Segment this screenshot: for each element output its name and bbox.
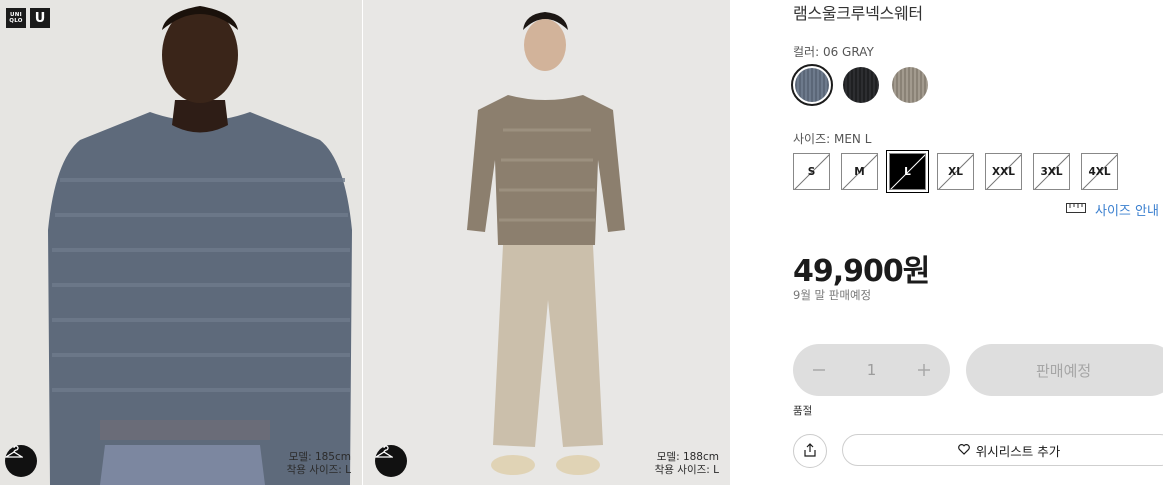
color-label: 컬러: 06 GRAY <box>793 45 874 59</box>
logo-line-2: QLO <box>9 18 23 24</box>
model-height: 모델: 188cm <box>656 451 719 463</box>
size-option-l[interactable]: L <box>886 150 929 193</box>
wishlist-text: 위시리스트 추가 <box>975 443 1061 459</box>
size-text: M <box>854 165 865 178</box>
uniqlo-logo-box: UNI QLO <box>6 8 26 28</box>
try-on-hanger-button-2[interactable] <box>375 445 407 477</box>
size-text: 4XL <box>1088 165 1111 178</box>
uniqlo-logo[interactable]: UNI QLO U <box>6 8 50 28</box>
size-option-4xl[interactable]: 4XL <box>1081 153 1118 190</box>
size-text: 3XL <box>1040 165 1063 178</box>
swatch-fill <box>892 67 928 103</box>
ruler-icon <box>1066 202 1086 217</box>
color-swatch-gray[interactable] <box>791 64 833 106</box>
release-note: 9월 말 판매예정 <box>793 288 872 302</box>
product-detail-panel: 램스울크루넥스웨터 컬러: 06 GRAY 사이즈: MEN L S M L X… <box>730 0 1163 485</box>
product-photo-front[interactable]: UNI QLO U 모델: 185cm 착용 사이즈: L <box>0 0 362 485</box>
stock-status: 품절 <box>793 405 813 417</box>
size-guide-link[interactable]: 사이즈 안내 <box>1066 200 1159 219</box>
product-title: 램스울크루넥스웨터 <box>793 4 923 23</box>
quantity-stepper: 1 <box>793 344 950 396</box>
size-option-3xl[interactable]: 3XL <box>1033 153 1070 190</box>
size-text: L <box>904 165 911 178</box>
size-option-xl[interactable]: XL <box>937 153 974 190</box>
size-options: S M L XL XXL 3XL 4XL <box>793 150 1118 193</box>
model-size: 착용 사이즈: L <box>654 464 719 476</box>
share-button[interactable] <box>793 434 827 468</box>
size-guide-text: 사이즈 안내 <box>1095 204 1159 219</box>
pre-release-button[interactable]: 판매예정 <box>966 344 1163 396</box>
try-on-hanger-button[interactable] <box>5 445 37 477</box>
color-swatches <box>791 64 931 106</box>
size-option-s[interactable]: S <box>793 153 830 190</box>
heart-icon <box>957 443 970 458</box>
model-size: 착용 사이즈: L <box>286 464 351 476</box>
size-text: XL <box>948 165 963 178</box>
color-swatch-black[interactable] <box>840 64 882 106</box>
swatch-fill <box>843 67 879 103</box>
size-option-xxl[interactable]: XXL <box>985 153 1022 190</box>
size-text: XXL <box>992 165 1015 178</box>
size-option-m[interactable]: M <box>841 153 878 190</box>
plus-icon[interactable] <box>916 358 932 382</box>
size-text: S <box>807 165 816 178</box>
swatch-fill <box>795 68 829 102</box>
wishlist-button[interactable]: 위시리스트 추가 <box>842 434 1163 466</box>
model-photo-sweater-gray <box>0 0 362 485</box>
product-photo-full[interactable]: 모델: 188cm 착용 사이즈: L <box>363 0 730 485</box>
u-logo-box: U <box>30 8 50 28</box>
share-icon <box>803 442 817 461</box>
quantity-value[interactable]: 1 <box>867 361 877 379</box>
size-label: 사이즈: MEN L <box>793 132 872 146</box>
model-photo-sweater-beige <box>363 0 730 485</box>
color-swatch-beige[interactable] <box>889 64 931 106</box>
model-info-left: 모델: 185cm 착용 사이즈: L <box>287 451 351 477</box>
model-height: 모델: 185cm <box>288 451 351 463</box>
price: 49,900원 <box>793 254 930 289</box>
model-info-right: 모델: 188cm 착용 사이즈: L <box>655 451 719 477</box>
minus-icon[interactable] <box>811 358 827 382</box>
